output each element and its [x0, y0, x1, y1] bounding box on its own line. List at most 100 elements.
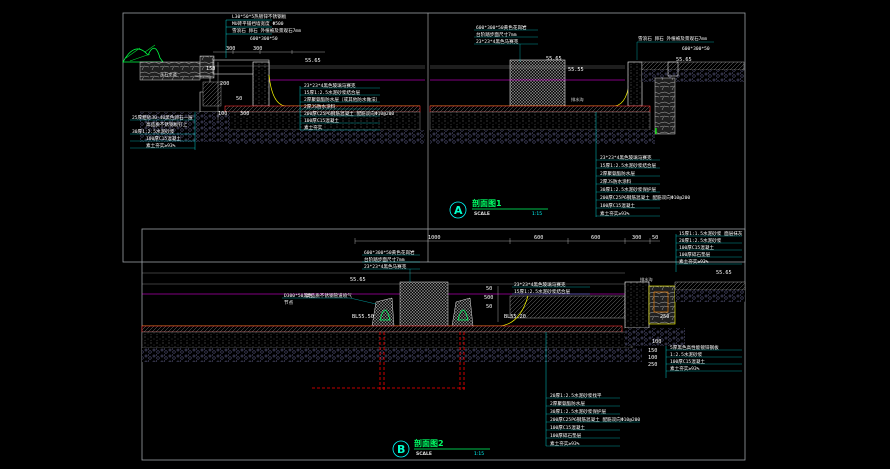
level-a-left: 55.65	[305, 58, 321, 64]
section-a-right-structure	[429, 59, 745, 144]
label-b-p-2: 高品质不锈钢管道喷气	[306, 292, 352, 299]
section-b-top-labels: 600*300*50黄色花岗岩 台阶踏步面尺寸7mm 23*23*4黑色马赛克 …	[350, 249, 420, 283]
note-a-r-2: 15厚1:2.5水泥砂浆结合层	[600, 162, 657, 169]
note-a-w-6: 100厚C15混凝土	[304, 117, 339, 124]
section-a-scale-word: SCALE	[474, 211, 490, 217]
note-b-b-4: 200厚C25P6钢筋混凝土 配筋双向Φ10@200	[550, 416, 640, 423]
label-a-drain: 排水沟	[571, 96, 584, 103]
note-a-w-1: 23*23*4黑色玻璃马赛克	[304, 82, 356, 89]
level-b-right: 55.65	[716, 270, 732, 276]
dim-a-side-3: 50	[236, 96, 242, 102]
note-b-rl-2: 1:2.5水泥砂浆	[670, 351, 703, 358]
dim-b-s-3: 250	[648, 362, 657, 368]
note-a-r-1: 23*23*4黑色玻璃马赛克	[600, 154, 652, 161]
dim-b-r-1: 50	[486, 286, 492, 292]
label-a-r-2: 600*300*50	[682, 46, 710, 52]
note-b-rl-3: 100厚C15混凝土	[670, 358, 705, 365]
note-b-b-1: 20厚1:2.5水泥砂浆找平	[550, 392, 602, 399]
level-b-1: 55.65	[350, 277, 366, 283]
note-b-rl-4: 素土夯实≥93%	[670, 365, 700, 372]
section-b-right-low-notes: 5厚黑色高性能镀锌钢板 1:2.5水泥砂浆 100厚C15混凝土 素土夯实≥93…	[665, 344, 742, 378]
section-a-title: 剖面图1	[472, 198, 502, 208]
label-b-m-1: 23*23*4黑色玻璃马赛克	[514, 281, 566, 288]
label-a-c-2: 台阶踏步面尺寸7mm	[476, 31, 517, 38]
label-a-r-1: 雪浪石 卵石 外植被及景观石7mm	[638, 35, 707, 42]
note-b-b-2: 2厚聚氨酯防水层	[550, 400, 585, 407]
section-b-title: 剖面图2	[414, 438, 444, 448]
dim-b-top-2: 600	[534, 235, 543, 241]
section-b-mark: B	[397, 443, 405, 456]
label-a-l-1: L30*50*5热镀锌不锈钢板	[232, 13, 287, 20]
note-b-b-5: 100厚C15混凝土	[550, 424, 585, 431]
dim-b-top-3: 600	[591, 235, 600, 241]
label-b-m-2: 15厚1:2.5水泥砂浆结合层	[514, 288, 571, 295]
note-a-w-3: 2厚聚氨酯防水层（或其他防水做法）	[304, 96, 380, 103]
level-a-c: 55.65	[546, 56, 562, 62]
level-a-r: 55.65	[676, 57, 692, 63]
dim-a-side-5: 300	[240, 111, 249, 117]
note-b-b-7: 素土夯实≥93%	[550, 440, 580, 447]
note-b-rt-3: 100厚C15混凝土	[679, 244, 714, 251]
cad-drawing: 300 300 55.65 150 200 50 100 300 永石步道 L3…	[122, 12, 746, 461]
level-a-c2: 55.55	[568, 67, 584, 73]
section-a-ratio: 1:15	[532, 211, 542, 217]
ground-label-a: 永石步道	[160, 71, 178, 78]
note-a-w-2: 15厚1:2.5水泥砂浆结合层	[304, 89, 361, 96]
note-a-b-4: 100厚C15混凝土	[146, 135, 181, 142]
level-b-2: BL55.50	[352, 314, 374, 320]
label-b-p-3: 节点	[284, 300, 294, 306]
note-b-rt-5: 素土夯实≥93%	[679, 258, 709, 265]
label-b-drain: 排水沟	[640, 276, 653, 283]
dim-a-top-1: 300	[226, 46, 235, 52]
note-a-b-2: 高品质不锈钢板钉上	[146, 121, 188, 128]
label-b-t-1: 600*300*50黄色花岗岩	[364, 249, 415, 256]
note-b-rl-1: 5厚黑色高性能镀锌钢板	[670, 344, 719, 351]
dim-b-s-1: 150	[648, 348, 657, 354]
note-a-r-3: 2厚聚氨酯防水层	[600, 170, 635, 177]
dim-b-top-4: 300	[632, 235, 641, 241]
note-a-r-5: 30厚1:2.5水泥砂浆保护层	[600, 186, 657, 193]
label-a-c-3: 23*23*4黑色马赛克	[476, 38, 519, 45]
dim-b-r-4: 250	[660, 314, 669, 320]
note-a-w-4: 2厚JS防水涂料	[304, 103, 336, 110]
dim-a-top-2: 300	[253, 46, 262, 52]
section-b-dimensions: 1000 600 600 300 50	[354, 235, 660, 244]
label-b-t-2: 台阶踏步面尺寸7mm	[364, 256, 405, 263]
note-a-b-1: 25厚粗砂30-40黑色卵石一层	[132, 114, 193, 121]
dim-b-r-2: 500	[484, 295, 493, 301]
note-a-r-7: 100厚C15混凝土	[600, 202, 635, 209]
label-a-c-1: 600*300*50黄色花岗岩	[476, 24, 527, 31]
section-b-side-dims: 150 100 250	[648, 348, 657, 368]
note-b-rt-2: 20厚1:2.5水泥砂浆	[679, 237, 722, 244]
note-a-r-6: 200厚C25P6钢筋混凝土 配筋双向Φ10@200	[600, 194, 690, 201]
dim-b-top-1: 1000	[428, 235, 441, 241]
section-a-left-labels: L30*50*5热镀锌不锈钢板 MU砖平铺挡墙宽度 Φ500 雪浪石 卵石 外植…	[225, 13, 301, 58]
dim-a-side-4: 100	[218, 111, 227, 117]
dim-a-side-1: 150	[206, 66, 215, 72]
section-a-mark: A	[454, 204, 463, 217]
dim-b-r-5: 100	[652, 339, 661, 345]
label-a-l-2: MU砖平铺挡墙宽度 Φ500	[232, 20, 284, 27]
section-b-scale-word: SCALE	[416, 451, 432, 457]
label-b-t-3: 23*23*4黑色马赛克	[364, 263, 407, 270]
label-a-l-3: 雪浪石 卵石 外植被及景观石7mm	[232, 27, 301, 34]
note-b-rt-4: 100厚碎石垫层	[679, 251, 711, 258]
section-b-title-block: B 剖面图2 SCALE 1:15	[392, 438, 490, 458]
section-a-title-block: A 剖面图1 SCALE 1:15	[449, 198, 548, 219]
note-b-rt-1: 15厚1:1.5水泥砂浆 面层抹灰	[679, 230, 743, 237]
note-b-b-3: 30厚1:2.5水泥砂浆保护层	[550, 408, 607, 415]
dim-a-side-2: 200	[220, 81, 229, 87]
section-b-mid-labels: 23*23*4黑色玻璃马赛克 15厚1:2.5水泥砂浆结合层	[512, 281, 590, 295]
dim-b-r-3: 50	[486, 304, 492, 310]
note-a-b-5: 素土夯实≥93%	[146, 142, 176, 149]
level-b-3: BL55.20	[504, 314, 526, 320]
note-a-w-7: 素土夯实	[304, 124, 323, 131]
section-b-ratio: 1:15	[474, 451, 484, 457]
note-b-b-6: 100厚碎石垫层	[550, 432, 582, 439]
note-a-r-4: 2厚JS防水涂料	[600, 178, 632, 185]
label-a-l-4: 600*300*50	[250, 36, 278, 42]
dim-b-top-5: 50	[652, 235, 658, 241]
dim-b-s-2: 100	[648, 355, 657, 361]
note-a-r-8: 素土夯实≥93%	[600, 210, 630, 217]
note-a-b-3: 30厚1:2.5水泥砂浆	[132, 128, 175, 135]
